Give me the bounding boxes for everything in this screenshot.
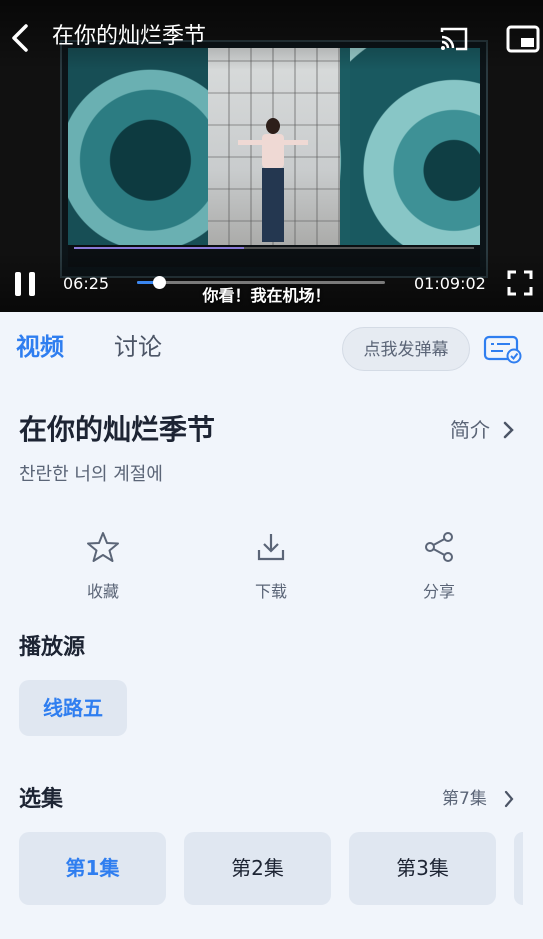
pip-icon[interactable] [506, 25, 540, 53]
total-time: 01:09:02 [414, 274, 486, 293]
fullscreen-icon[interactable] [507, 270, 533, 296]
star-icon [87, 532, 119, 562]
source-option-selected[interactable]: 线路五 [19, 680, 127, 736]
episode-item[interactable]: 第2集 [184, 832, 331, 905]
video-scene [68, 48, 480, 252]
chevron-right-icon[interactable] [502, 788, 516, 810]
source-heading: 播放源 [19, 635, 86, 660]
send-danmu-button[interactable]: 点我发弹幕 [342, 327, 470, 371]
favorite-label: 收藏 [86, 582, 119, 601]
video-title: 在你的灿烂季节 [52, 24, 207, 49]
intro-link[interactable]: 简介 [450, 416, 490, 444]
download-button[interactable]: 下载 [231, 530, 311, 602]
download-icon [257, 534, 285, 561]
danmu-settings-icon[interactable] [483, 334, 523, 364]
chevron-right-icon[interactable] [500, 418, 516, 442]
download-label: 下载 [254, 582, 287, 601]
tab-discussion[interactable]: 讨论 [114, 330, 162, 364]
show-title: 在你的灿烂季节 [19, 413, 216, 446]
cast-icon[interactable] [439, 26, 469, 52]
share-button[interactable]: 分享 [399, 530, 479, 602]
tab-video[interactable]: 视频 [16, 330, 64, 364]
current-episode-link[interactable]: 第7集 [442, 786, 487, 812]
episode-item[interactable]: 第3集 [349, 832, 496, 905]
share-label: 分享 [422, 582, 455, 601]
favorite-button[interactable]: 收藏 [63, 530, 143, 602]
person-figure [238, 118, 308, 248]
original-title: 찬란한 너의 계절에 [19, 464, 163, 485]
back-icon[interactable] [8, 22, 32, 54]
share-icon [425, 532, 453, 562]
episode-item[interactable]: 第1集 [19, 832, 166, 905]
episodes-heading: 选集 [19, 787, 64, 812]
video-frame [60, 40, 488, 278]
episode-item-partial[interactable] [514, 832, 523, 905]
video-player[interactable]: 在你的灿烂季节 06:25 你看！我在机场！ 01:09:02 [0, 0, 543, 312]
